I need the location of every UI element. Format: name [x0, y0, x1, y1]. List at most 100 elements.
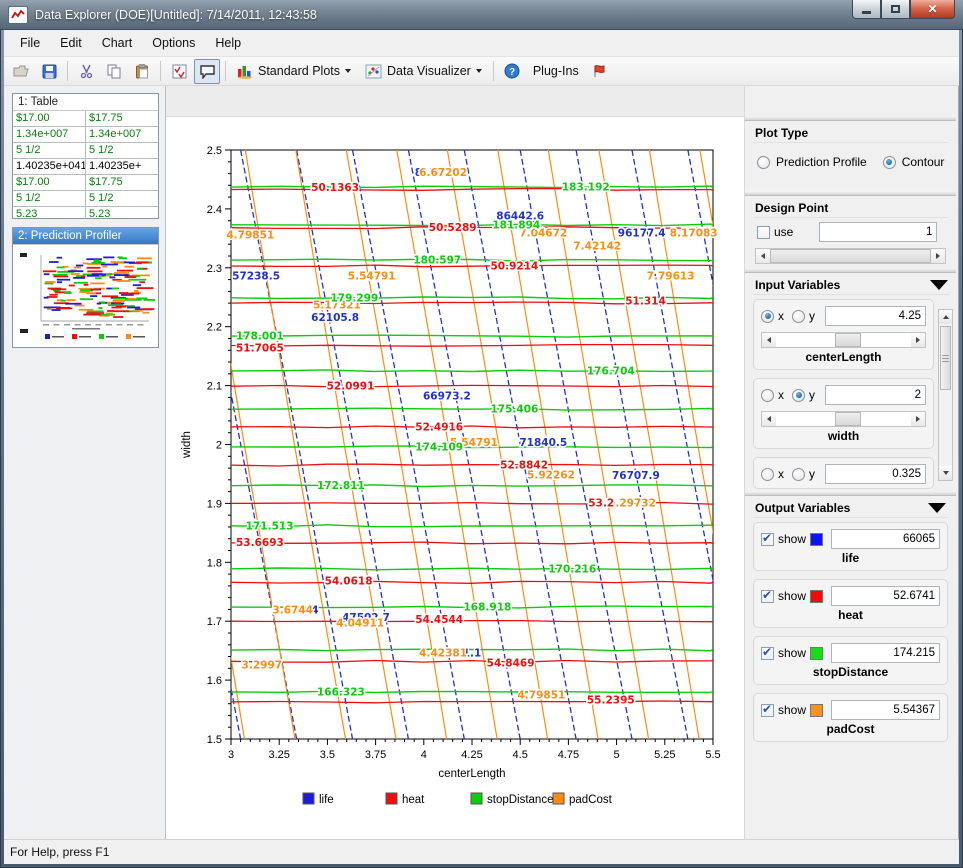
design-point-field[interactable]: 1 — [819, 222, 937, 242]
table-cell: 1.40235e+041 — [13, 159, 86, 174]
heat-value-field[interactable]: 52.6741 — [831, 586, 940, 606]
table-panel-title[interactable]: 1: Table — [13, 94, 158, 111]
table-cell: $17.75 — [86, 111, 158, 126]
help-button[interactable]: ? — [499, 59, 525, 84]
collapse-triangle-icon[interactable] — [928, 503, 946, 513]
arrow-up-icon — [943, 315, 949, 319]
scrollbar-thumb[interactable] — [940, 326, 951, 390]
svg-text:54.0618: 54.0618 — [325, 576, 373, 588]
datasheet-check-icon — [172, 64, 187, 79]
cut-button[interactable] — [73, 59, 99, 84]
annotation-bubble-icon — [199, 64, 216, 79]
maximize-button[interactable] — [881, 0, 910, 19]
datasheet-check-button[interactable] — [166, 59, 192, 84]
svg-text:3.6744: 3.6744 — [272, 605, 313, 617]
scroll-up-button[interactable] — [939, 310, 952, 324]
scroll-right-button[interactable] — [931, 249, 945, 263]
scroll-right-button[interactable] — [911, 333, 925, 347]
svg-text:54.8469: 54.8469 — [487, 658, 535, 670]
y-axis-radio[interactable] — [792, 468, 805, 481]
open-button[interactable] — [8, 59, 34, 84]
svg-text:3.5: 3.5 — [320, 749, 335, 761]
menu-file[interactable]: File — [10, 33, 50, 53]
save-button[interactable] — [36, 59, 62, 84]
save-icon — [42, 64, 57, 79]
close-button[interactable]: ✕ — [910, 0, 955, 19]
stopDistance-value-field[interactable]: 174.215 — [831, 643, 940, 663]
table-row: 5 1/25 1/2 — [13, 191, 158, 207]
toolbar-separator — [160, 61, 161, 81]
plot-type-title: Plot Type — [755, 126, 808, 140]
dropdown-arrow-icon — [345, 69, 351, 73]
annotation-bubble-button[interactable] — [194, 59, 220, 84]
y-axis-radio[interactable] — [792, 389, 805, 402]
profiler-thumbnail-chart — [17, 249, 155, 343]
paste-button[interactable] — [129, 59, 155, 84]
input-variable-name: centerLength — [761, 348, 926, 365]
standard-plots-button[interactable]: Standard Plots — [231, 62, 357, 81]
svg-text:53.6693: 53.6693 — [236, 537, 284, 549]
scroll-left-button[interactable] — [762, 333, 776, 347]
centerLength-value-field[interactable]: 4.25 — [825, 306, 926, 326]
table-cell: 1.34e+007 — [86, 127, 158, 142]
svg-text:stopDistance: stopDistance — [487, 794, 553, 806]
width-slider[interactable] — [761, 411, 926, 427]
chart-legend: lifeheatstopDistancepadCost — [303, 793, 613, 806]
copy-button[interactable] — [101, 59, 127, 84]
design-point-scrollbar[interactable] — [755, 248, 946, 264]
minimize-button[interactable] — [852, 0, 881, 19]
menu-edit[interactable]: Edit — [50, 33, 92, 53]
profiler-thumbnail[interactable] — [13, 245, 158, 347]
open-icon — [13, 64, 30, 79]
centerLength-slider[interactable] — [761, 332, 926, 348]
toolbar-separator — [225, 61, 226, 81]
svg-text:4.79851: 4.79851 — [517, 689, 565, 701]
svg-text:5: 5 — [614, 749, 620, 761]
use-checkbox[interactable] — [757, 226, 770, 239]
padCost-value-field[interactable]: 5.54367 — [831, 700, 940, 720]
scroll-right-button[interactable] — [911, 412, 925, 426]
collapse-triangle-icon[interactable] — [930, 280, 948, 290]
cut-icon — [79, 64, 94, 79]
menu-options[interactable]: Options — [142, 33, 205, 53]
life-value-field[interactable]: 66065 — [831, 529, 940, 549]
svg-text:6.67202: 6.67202 — [419, 167, 467, 179]
help-icon: ? — [504, 63, 520, 79]
menu-chart[interactable]: Chart — [92, 33, 143, 53]
standard-plots-label: Standard Plots — [258, 64, 340, 78]
svg-text:168.918: 168.918 — [463, 602, 511, 614]
show-checkbox[interactable] — [761, 704, 774, 717]
title-bar[interactable]: Data Explorer (DOE)[Untitled]: 7/14/2011… — [0, 0, 963, 30]
contour-radio[interactable] — [883, 156, 896, 169]
table-cell: $17.00 — [13, 111, 86, 126]
svg-text:1.5: 1.5 — [207, 734, 222, 746]
input-variables-scrollbar[interactable] — [938, 309, 953, 481]
data-visualizer-button[interactable]: Data Visualizer — [359, 62, 488, 81]
plugin-flag-button[interactable] — [587, 59, 613, 84]
svg-text:51.7065: 51.7065 — [236, 342, 284, 354]
show-checkbox[interactable] — [761, 590, 774, 603]
third-variable-value-field[interactable]: 0.325 — [825, 464, 926, 484]
profiler-panel[interactable]: 2: Prediction Profiler — [12, 227, 159, 348]
show-checkbox[interactable] — [761, 533, 774, 546]
data-visualizer-label: Data Visualizer — [387, 64, 471, 78]
y-axis-radio[interactable] — [792, 310, 805, 323]
scroll-left-button[interactable] — [762, 412, 776, 426]
profiler-panel-title[interactable]: 2: Prediction Profiler — [13, 228, 158, 245]
prediction-profile-radio[interactable] — [757, 156, 770, 169]
plugins-button[interactable]: Plug-Ins — [527, 62, 585, 80]
menu-help[interactable]: Help — [205, 33, 251, 53]
x-axis-radio[interactable] — [761, 468, 774, 481]
x-axis-radio[interactable] — [761, 310, 774, 323]
width-value-field[interactable]: 2 — [825, 385, 926, 405]
x-axis-radio[interactable] — [761, 389, 774, 402]
output-variable-name: padCost — [761, 720, 940, 737]
show-checkbox[interactable] — [761, 647, 774, 660]
table-panel[interactable]: 1: Table $17.00$17.751.34e+0071.34e+0075… — [12, 93, 159, 219]
mini-data-table: $17.00$17.751.34e+0071.34e+0075 1/25 1/2… — [13, 111, 158, 218]
content-area: 1: Table $17.00$17.751.34e+0071.34e+0075… — [4, 86, 959, 839]
contour-chart[interactable]: 33.253.53.7544.254.54.7555.255.51.51.61.… — [166, 117, 744, 839]
scroll-down-button[interactable] — [939, 466, 952, 480]
output-variable-card: show 5.54367 padCost — [753, 693, 948, 742]
scroll-left-button[interactable] — [756, 249, 770, 263]
